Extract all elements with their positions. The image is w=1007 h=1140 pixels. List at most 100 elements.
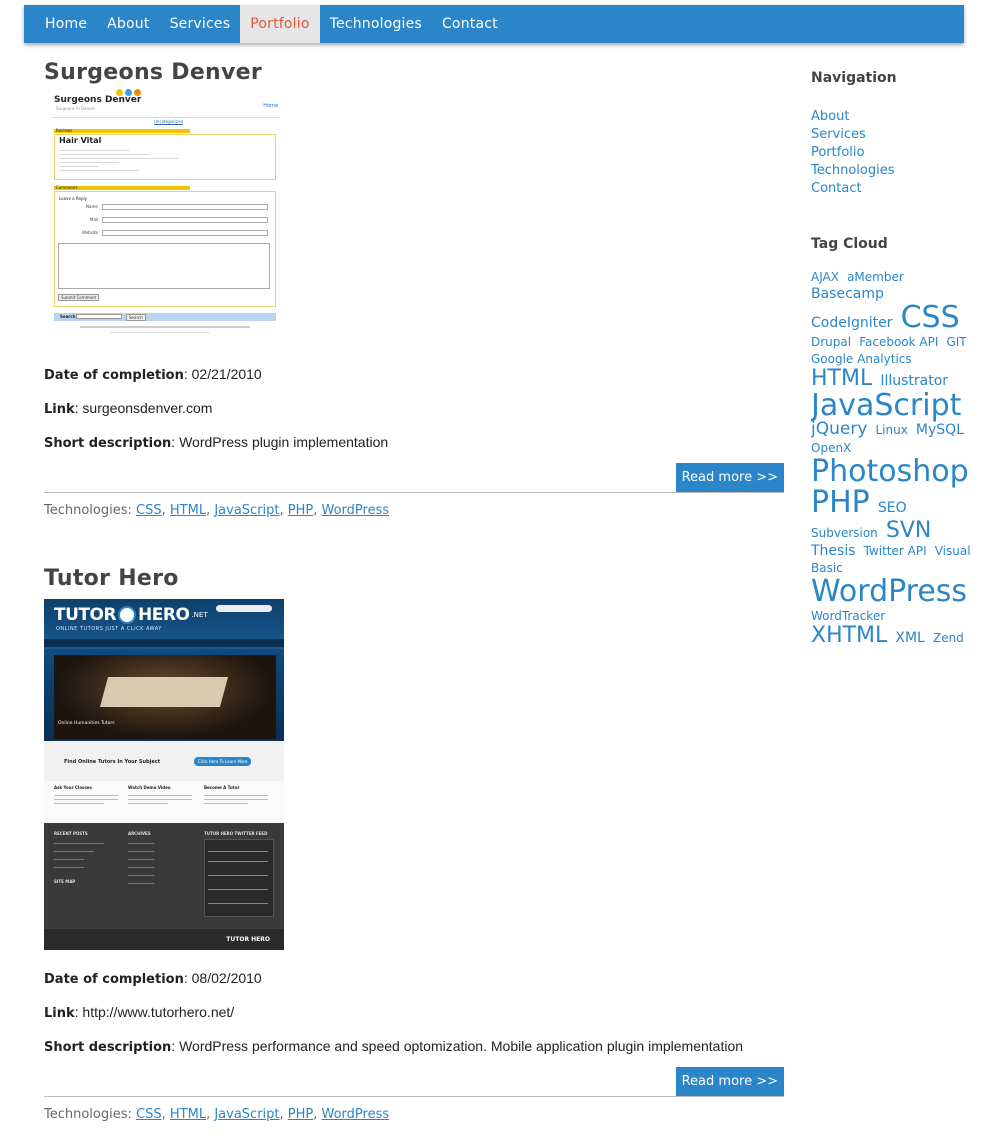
thumb-banner-caption: Online Humanities Tutors <box>58 721 115 726</box>
technologies-label: Technologies: <box>44 503 132 518</box>
thumb-logo-left: TUTOR <box>54 605 117 625</box>
tag-link[interactable]: Google Analytics <box>811 352 912 366</box>
nav-item-contact[interactable]: Contact <box>432 5 508 43</box>
technology-link[interactable]: HTML <box>170 1107 206 1122</box>
tag-link[interactable]: SVN <box>886 518 931 543</box>
technologies-row: Technologies: CSS, HTML, JavaScript, PHP… <box>44 1107 784 1122</box>
tag-link[interactable]: Zend <box>933 631 964 645</box>
technology-link[interactable]: PHP <box>288 1107 313 1122</box>
completion-date-value: 08/02/2010 <box>191 970 262 986</box>
thumb-category: Uncategorized <box>154 119 183 124</box>
thumb-site-title: Surgeons Denver <box>54 95 142 105</box>
tag-link[interactable]: aMember <box>847 270 904 284</box>
tag-link[interactable]: Twitter API <box>864 544 927 558</box>
completion-date-label: Date of completion <box>44 972 184 987</box>
read-more-row: Read more >> <box>44 1067 784 1097</box>
tag-link[interactable]: Linux <box>875 423 907 437</box>
technology-link[interactable]: WordPress <box>322 503 390 518</box>
nav-item-services[interactable]: Services <box>160 5 241 43</box>
sidebar-navigation-heading: Navigation <box>811 70 897 86</box>
technology-link[interactable]: JavaScript <box>214 1107 279 1122</box>
thumb-column-3: Become A Tutor <box>204 785 240 790</box>
thumb-column-2: Watch Demo Video <box>128 785 171 790</box>
technologies-links: CSS, HTML, JavaScript, PHP, WordPress <box>136 503 390 518</box>
tag-link[interactable]: Drupal <box>811 335 851 349</box>
short-description-label: Short description <box>44 1040 172 1055</box>
read-more-button[interactable]: Read more >> <box>675 1067 784 1096</box>
thumb-website-label: Website <box>82 230 98 235</box>
thumb-footer-sitemap: SITE MAP <box>54 879 76 884</box>
tag-link[interactable]: CSS <box>901 300 960 335</box>
technology-link[interactable]: PHP <box>288 503 313 518</box>
portfolio-post: Tutor Hero TUTOR HERO .NET ONLINE TUTORS… <box>44 566 784 1122</box>
thumb-mail-label: Mail <box>90 217 99 222</box>
thumb-footer-archives: ARCHIVES <box>128 831 151 836</box>
thumb-tagline: ONLINE TUTORS JUST A CLICK AWAY <box>56 626 162 632</box>
tag-link[interactable]: HTML <box>811 366 872 391</box>
technology-link[interactable]: CSS <box>136 1107 162 1122</box>
tag-link[interactable]: Thesis <box>811 543 856 559</box>
tag-link[interactable]: Illustrator <box>880 373 948 389</box>
thumb-logo-right: HERO <box>138 605 190 625</box>
tag-link[interactable]: Basecamp <box>811 286 884 302</box>
sidebar-item-technologies[interactable]: Technologies <box>811 162 971 180</box>
thumb-search-button: Search <box>126 314 146 321</box>
tag-link[interactable]: XHTML <box>811 623 887 647</box>
sidebar-item-portfolio[interactable]: Portfolio <box>811 144 971 162</box>
nav-item-about[interactable]: About <box>97 5 159 43</box>
thumb-entry-title: Hair Vital <box>59 136 102 145</box>
thumb-smiley-icons <box>116 89 141 96</box>
tag-link[interactable]: AJAX <box>811 270 839 284</box>
post-title[interactable]: Surgeons Denver <box>44 60 784 85</box>
tag-link[interactable]: MySQL <box>916 422 964 438</box>
tag-link[interactable]: Subversion <box>811 526 878 540</box>
tag-cloud: AJAX aMember Basecamp CodeIgniter CSS Dr… <box>811 268 971 647</box>
sidebar-item-services[interactable]: Services <box>811 126 971 144</box>
tag-link[interactable]: WordPress <box>811 574 967 609</box>
thumb-home-link: Home <box>263 103 278 109</box>
technology-link[interactable]: CSS <box>136 503 162 518</box>
technology-link[interactable]: JavaScript <box>214 503 279 518</box>
link-label: Link <box>44 402 75 417</box>
tag-link[interactable]: JavaScript <box>811 388 961 423</box>
portfolio-post: Surgeons Denver Surgeons Denver Surgeons… <box>44 60 784 518</box>
sidebar-item-about[interactable]: About <box>811 108 971 126</box>
tag-link[interactable]: GIT <box>946 335 966 349</box>
sidebar-item-contact[interactable]: Contact <box>811 180 971 198</box>
thumb-footer-twitter: TUTOR HERO TWITTER FEED <box>204 831 268 836</box>
thumb-footer-recent: RECENT POSTS <box>54 831 88 836</box>
post-title[interactable]: Tutor Hero <box>44 566 784 591</box>
thumb-logo: TUTOR HERO .NET <box>54 605 208 625</box>
tag-link[interactable]: XML <box>895 630 924 646</box>
technology-link[interactable]: HTML <box>170 503 206 518</box>
tag-link[interactable]: SEO <box>878 500 907 516</box>
thumb-comments-label: Comments <box>56 185 78 190</box>
tag-link[interactable]: CodeIgniter <box>811 315 892 331</box>
thumb-cta-button: Click Here To Learn More <box>194 757 252 766</box>
tag-link[interactable]: jQuery <box>811 419 867 439</box>
link-value: surgeonsdenver.com <box>82 400 213 416</box>
thumb-site-subtitle: Surgeons in Denver <box>56 106 96 111</box>
short-description-row: Short description: WordPress performance… <box>44 1038 744 1055</box>
tag-link[interactable]: PHP <box>811 485 870 520</box>
short-description-value: WordPress plugin implementation <box>179 434 389 450</box>
completion-date-row: Date of completion: 02/21/2010 <box>44 366 262 383</box>
short-description-label: Short description <box>44 436 172 451</box>
post-thumbnail[interactable]: Surgeons Denver Surgeons in Denver Home … <box>50 89 282 341</box>
tag-link[interactable]: Facebook API <box>859 335 938 349</box>
read-more-button[interactable]: Read more >> <box>675 463 784 492</box>
thumb-reviews-label: Reviews <box>56 128 73 133</box>
tag-link[interactable]: WordTracker <box>811 609 885 623</box>
read-more-row: Read more >> <box>44 463 784 493</box>
nav-item-home[interactable]: Home <box>35 5 97 43</box>
link-label: Link <box>44 1006 75 1021</box>
nav-item-technologies[interactable]: Technologies <box>320 5 432 43</box>
thumb-name-label: Name <box>86 204 98 209</box>
technologies-label: Technologies: <box>44 1107 132 1122</box>
short-description-row: Short description: WordPress plugin impl… <box>44 434 389 451</box>
technology-link[interactable]: WordPress <box>322 1107 390 1122</box>
completion-date-row: Date of completion: 08/02/2010 <box>44 970 262 987</box>
tag-link[interactable]: Photoshop <box>811 454 969 489</box>
nav-item-portfolio[interactable]: Portfolio <box>240 5 320 43</box>
post-thumbnail[interactable]: TUTOR HERO .NET ONLINE TUTORS JUST A CLI… <box>44 599 284 950</box>
